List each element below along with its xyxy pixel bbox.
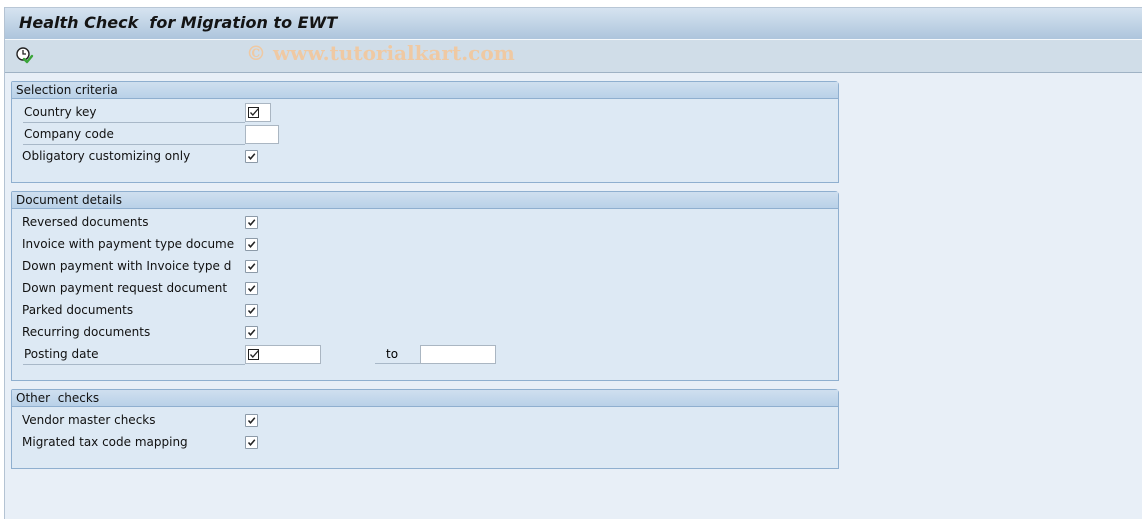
invoice-payment-type-checkbox[interactable]	[245, 238, 258, 251]
down-payment-invoice-type-label: Down payment with Invoice type d	[22, 259, 232, 273]
list-item: Down payment with Invoice type d	[12, 257, 838, 277]
posting-date-row: Posting date to	[12, 345, 838, 365]
obligatory-only-label: Obligatory customizing only	[22, 149, 191, 163]
reversed-documents-label: Reversed documents	[22, 215, 149, 229]
down-payment-request-checkbox[interactable]	[245, 282, 258, 295]
country-key-input[interactable]	[245, 103, 271, 122]
title-bar: Health Check for Migration to EWT	[5, 7, 1142, 40]
group-title: Selection criteria	[12, 82, 838, 99]
checkmark-icon	[247, 329, 256, 336]
checkmark-icon	[247, 153, 256, 160]
list-item: Down payment request document	[12, 279, 838, 299]
checkmark-icon	[247, 263, 256, 270]
checkmark-icon	[247, 417, 256, 424]
country-key-row: Country key	[12, 103, 838, 123]
group-title: Other checks	[12, 390, 838, 407]
invoice-payment-type-label: Invoice with payment type docume	[22, 237, 235, 251]
obligatory-only-checkbox[interactable]	[245, 150, 258, 163]
group-selection-criteria: Selection criteria Country key Company c…	[11, 81, 839, 183]
checkmark-icon	[247, 285, 256, 292]
company-code-row: Company code	[12, 125, 838, 145]
parked-documents-checkbox[interactable]	[245, 304, 258, 317]
required-field-icon	[248, 349, 259, 360]
execute-clock-check-icon	[16, 47, 34, 64]
migrated-tax-code-mapping-checkbox[interactable]	[245, 436, 258, 449]
execute-button[interactable]	[15, 46, 35, 66]
vendor-master-checks-checkbox[interactable]	[245, 414, 258, 427]
to-label: to	[375, 347, 425, 364]
country-key-label: Country key	[23, 105, 245, 123]
list-item: Invoice with payment type docume	[12, 235, 838, 255]
checkmark-icon	[247, 439, 256, 446]
application-toolbar: © www.tutorialkart.com	[5, 40, 1142, 73]
recurring-documents-checkbox[interactable]	[245, 326, 258, 339]
company-code-input[interactable]	[245, 125, 279, 144]
required-field-icon	[248, 107, 259, 118]
list-item: Recurring documents	[12, 323, 838, 343]
group-document-details: Document details Reversed documents Invo…	[11, 191, 839, 381]
recurring-documents-label: Recurring documents	[22, 325, 151, 339]
checkmark-icon	[247, 241, 256, 248]
group-other-checks: Other checks Vendor master checks Migrat…	[11, 389, 839, 469]
posting-date-to-input[interactable]	[420, 345, 496, 364]
parked-documents-label: Parked documents	[22, 303, 134, 317]
group-title: Document details	[12, 192, 838, 209]
posting-date-label: Posting date	[23, 347, 245, 365]
down-payment-invoice-type-checkbox[interactable]	[245, 260, 258, 273]
sap-screen: Health Check for Migration to EWT © www.…	[4, 7, 1142, 519]
checkmark-icon	[247, 219, 256, 226]
vendor-master-checks-label: Vendor master checks	[22, 413, 156, 427]
posting-date-from-input[interactable]	[245, 345, 321, 364]
down-payment-request-label: Down payment request document	[22, 281, 228, 295]
migrated-tax-code-mapping-label: Migrated tax code mapping	[22, 435, 188, 449]
watermark: © www.tutorialkart.com	[246, 41, 515, 65]
list-item: Migrated tax code mapping	[12, 433, 838, 453]
list-item: Parked documents	[12, 301, 838, 321]
list-item: Vendor master checks	[12, 411, 838, 431]
list-item: Reversed documents	[12, 213, 838, 233]
company-code-label: Company code	[23, 127, 245, 145]
reversed-documents-checkbox[interactable]	[245, 216, 258, 229]
checkmark-icon	[247, 307, 256, 314]
page-title: Health Check for Migration to EWT	[19, 13, 338, 32]
obligatory-only-row: Obligatory customizing only	[12, 147, 838, 167]
